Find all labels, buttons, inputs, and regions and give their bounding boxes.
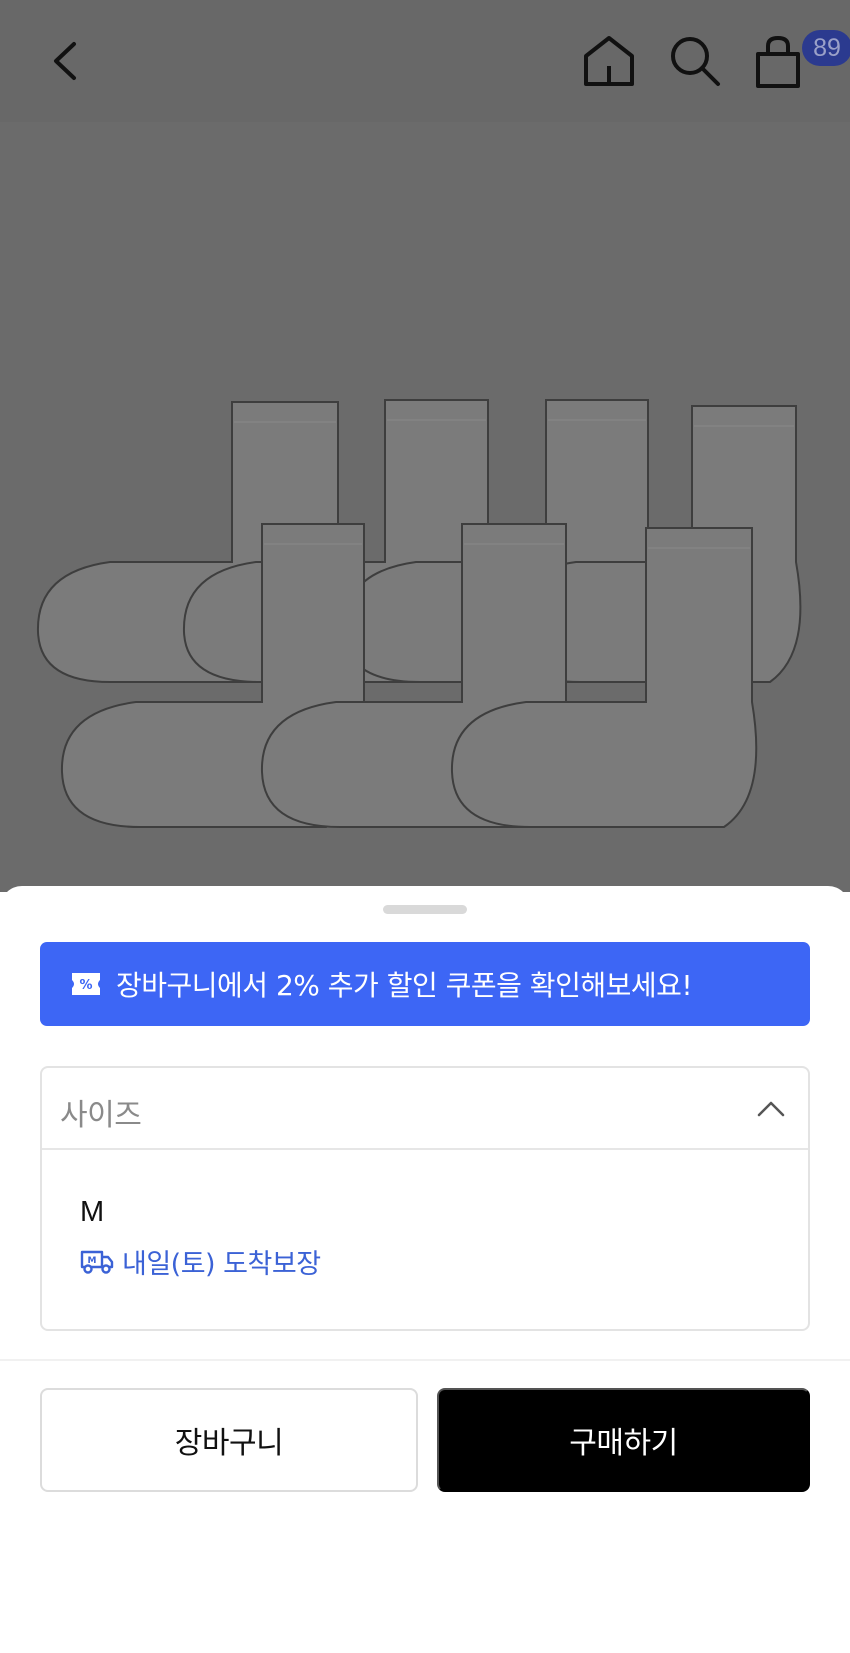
socks-illustration bbox=[36, 399, 802, 828]
size-select: 사이즈 M M 내일(토) 도착보장 bbox=[40, 1066, 810, 1331]
divider bbox=[0, 1359, 850, 1361]
search-icon bbox=[671, 37, 720, 86]
size-option-name: M bbox=[80, 1196, 105, 1228]
home-icon bbox=[584, 36, 634, 86]
cart-count-badge: 89 bbox=[802, 30, 850, 66]
delivery-text: 내일(토) 도착보장 bbox=[122, 1249, 321, 1280]
add-to-cart-button[interactable]: 장바구니 bbox=[40, 1388, 418, 1492]
search-button[interactable] bbox=[666, 32, 724, 90]
svg-text:M: M bbox=[88, 1256, 97, 1266]
chevron-up-icon bbox=[757, 1101, 785, 1117]
cart-button[interactable]: 89 bbox=[750, 30, 850, 92]
buy-now-button[interactable]: 구매하기 bbox=[437, 1388, 810, 1492]
back-button[interactable] bbox=[44, 30, 94, 92]
coupon-icon: % bbox=[72, 973, 100, 995]
coupon-banner[interactable]: % 장바구니에서 2% 추가 할인 쿠폰을 확인해보세요! bbox=[40, 942, 810, 1026]
coupon-banner-text: 장바구니에서 2% 추가 할인 쿠폰을 확인해보세요! bbox=[116, 969, 693, 1002]
size-option-m[interactable]: M M 내일(토) 도착보장 bbox=[42, 1152, 808, 1330]
size-select-header[interactable]: 사이즈 bbox=[42, 1068, 808, 1150]
product-image bbox=[0, 122, 850, 892]
home-button[interactable] bbox=[580, 32, 638, 90]
sheet-drag-handle[interactable] bbox=[383, 905, 467, 914]
back-icon bbox=[54, 42, 76, 80]
truck-icon: M bbox=[80, 1250, 114, 1274]
shopping-bag-icon bbox=[756, 35, 800, 88]
svg-text:%: % bbox=[79, 978, 92, 993]
option-bottom-sheet: % 장바구니에서 2% 추가 할인 쿠폰을 확인해보세요! 사이즈 M M 내일… bbox=[0, 886, 850, 1653]
top-nav-bar: 89 bbox=[0, 0, 850, 122]
delivery-guarantee: M 내일(토) 도착보장 bbox=[80, 1242, 321, 1281]
size-select-label: 사이즈 bbox=[60, 1098, 142, 1133]
